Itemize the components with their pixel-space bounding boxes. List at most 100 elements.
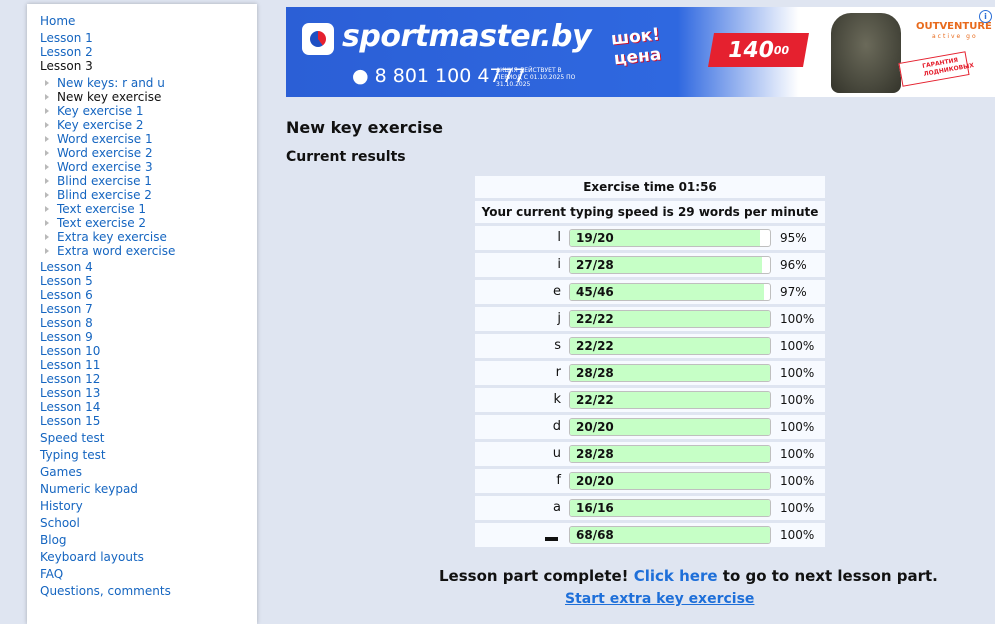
triangle-bullet-icon — [45, 220, 49, 226]
result-fraction: 20/20 — [576, 420, 614, 434]
nav-extra-link[interactable]: School — [40, 516, 80, 530]
banner-price: 140 00 — [708, 33, 809, 67]
nav-lesson[interactable]: Lesson 10 — [40, 344, 100, 358]
result-fraction: 22/22 — [576, 339, 614, 353]
result-percent: 100% — [780, 366, 815, 380]
result-fraction: 45/46 — [576, 285, 614, 299]
result-row: s 22/22 100% — [475, 334, 825, 358]
results-heading: Current results — [286, 149, 406, 165]
nav-lesson[interactable]: Lesson 11 — [40, 358, 100, 372]
ad-banner[interactable]: sportmaster.by ● 8 801 100 4777 АКЦИЯ ДЕ… — [286, 7, 995, 97]
triangle-bullet-icon — [45, 80, 49, 86]
nav-lesson[interactable]: Lesson 7 — [40, 302, 93, 316]
nav-extra-link[interactable]: Numeric keypad — [40, 482, 138, 496]
nav-lesson-1[interactable]: Lesson 1 — [40, 31, 93, 45]
triangle-bullet-icon — [45, 248, 49, 254]
nav-sub-item[interactable]: Word exercise 2 — [57, 146, 153, 160]
partner-subtitle: active go — [932, 33, 978, 40]
result-row: l 19/20 95% — [475, 226, 825, 250]
result-row: a 16/16 100% — [475, 496, 825, 520]
triangle-bullet-icon — [45, 206, 49, 212]
progress-bar: 28/28 — [569, 364, 771, 382]
progress-bar: 22/22 — [569, 391, 771, 409]
nav-extra-link[interactable]: Keyboard layouts — [40, 550, 144, 564]
guarantee-badge: ГАРАНТИЯ ЛОДНИКОВЫХ — [898, 51, 975, 87]
nav-sub-item[interactable]: Extra key exercise — [57, 230, 167, 244]
result-fraction: 28/28 — [576, 366, 614, 380]
nav-sub-item[interactable]: Blind exercise 2 — [57, 188, 152, 202]
nav-sub-item[interactable]: New keys: r and u — [57, 76, 165, 90]
result-percent: 97% — [780, 285, 807, 299]
nav-sub-item[interactable]: Key exercise 2 — [57, 118, 144, 132]
nav-sub-item[interactable]: Extra word exercise — [57, 244, 175, 258]
nav-sub-item[interactable]: Text exercise 2 — [57, 216, 146, 230]
result-fraction: 16/16 — [576, 501, 614, 515]
banner-shock-price: шок! цена — [610, 25, 663, 70]
results-table: Exercise time 01:56 Your current typing … — [475, 176, 825, 550]
nav-lesson[interactable]: Lesson 14 — [40, 400, 100, 414]
nav-extra-link[interactable]: History — [40, 499, 83, 513]
ad-info-icon[interactable]: i — [979, 10, 992, 23]
nav-sub-item[interactable]: Blind exercise 1 — [57, 174, 152, 188]
nav-lesson-2[interactable]: Lesson 2 — [40, 45, 93, 59]
next-lesson-link[interactable]: Click here — [634, 567, 718, 585]
nav-sub-item[interactable]: Word exercise 3 — [57, 160, 153, 174]
result-key: k — [553, 392, 561, 407]
nav-sub-item[interactable]: Word exercise 1 — [57, 132, 153, 146]
progress-bar: 27/28 — [569, 256, 771, 274]
result-key: r — [555, 365, 561, 380]
result-row: d 20/20 100% — [475, 415, 825, 439]
result-fraction: 22/22 — [576, 393, 614, 407]
progress-bar: 20/20 — [569, 418, 771, 436]
key-results: l 19/20 95% i 27/28 96% e 45/46 97% j 22/22 100% s 22… — [475, 226, 825, 547]
banner-brand: sportmaster.by — [342, 19, 592, 54]
nav-extra-link[interactable]: Questions, comments — [40, 584, 171, 598]
result-row: 68/68 100% — [475, 523, 825, 547]
result-fraction: 27/28 — [576, 258, 614, 272]
nav-sub-item[interactable]: Key exercise 1 — [57, 104, 144, 118]
nav-lesson[interactable]: Lesson 12 — [40, 372, 100, 386]
nav-lesson[interactable]: Lesson 6 — [40, 288, 93, 302]
result-percent: 95% — [780, 231, 807, 245]
triangle-bullet-icon — [45, 164, 49, 170]
result-row: k 22/22 100% — [475, 388, 825, 412]
triangle-bullet-icon — [45, 192, 49, 198]
result-key: i — [557, 257, 561, 272]
progress-bar: 20/20 — [569, 472, 771, 490]
nav-lesson[interactable]: Lesson 8 — [40, 316, 93, 330]
triangle-bullet-icon — [45, 178, 49, 184]
nav-extra-link[interactable]: Games — [40, 465, 82, 479]
nav-home[interactable]: Home — [40, 14, 75, 28]
extra-exercise-link[interactable]: Start extra key exercise — [565, 591, 754, 607]
nav-lesson[interactable]: Lesson 15 — [40, 414, 100, 428]
result-fraction: 22/22 — [576, 312, 614, 326]
result-row: i 27/28 96% — [475, 253, 825, 277]
result-fraction: 68/68 — [576, 528, 614, 542]
nav-lesson-3-current: Lesson 3 — [40, 59, 93, 73]
nav-lesson[interactable]: Lesson 4 — [40, 260, 93, 274]
triangle-bullet-icon — [45, 234, 49, 240]
complete-tail: to go to next lesson part. — [722, 567, 938, 585]
triangle-bullet-icon — [45, 94, 49, 100]
nav-lesson[interactable]: Lesson 5 — [40, 274, 93, 288]
progress-bar: 28/28 — [569, 445, 771, 463]
progress-bar: 68/68 — [569, 526, 771, 544]
banner-price-cents: 00 — [772, 43, 791, 57]
result-key: f — [556, 473, 561, 488]
nav-lesson[interactable]: Lesson 9 — [40, 330, 93, 344]
nav-extra-link[interactable]: FAQ — [40, 567, 63, 581]
nav-extra-link[interactable]: Blog — [40, 533, 67, 547]
sportmaster-logo-icon — [302, 23, 334, 55]
complete-text: Lesson part complete! — [439, 567, 629, 585]
nav-lesson[interactable]: Lesson 13 — [40, 386, 100, 400]
nav-extra-link[interactable]: Typing test — [40, 448, 106, 462]
progress-bar: 22/22 — [569, 310, 771, 328]
result-percent: 100% — [780, 393, 815, 407]
nav-sub-item[interactable]: Text exercise 1 — [57, 202, 146, 216]
banner-fine-print: АКЦИЯ ДЕЙСТВУЕТ В ПЕРИОД С 01.10.2025 ПО… — [496, 67, 576, 88]
lesson-complete-message: Lesson part complete! Click here to go t… — [439, 567, 938, 585]
result-row: e 45/46 97% — [475, 280, 825, 304]
result-percent: 100% — [780, 528, 815, 542]
nav-extra-link[interactable]: Speed test — [40, 431, 104, 445]
result-percent: 96% — [780, 258, 807, 272]
